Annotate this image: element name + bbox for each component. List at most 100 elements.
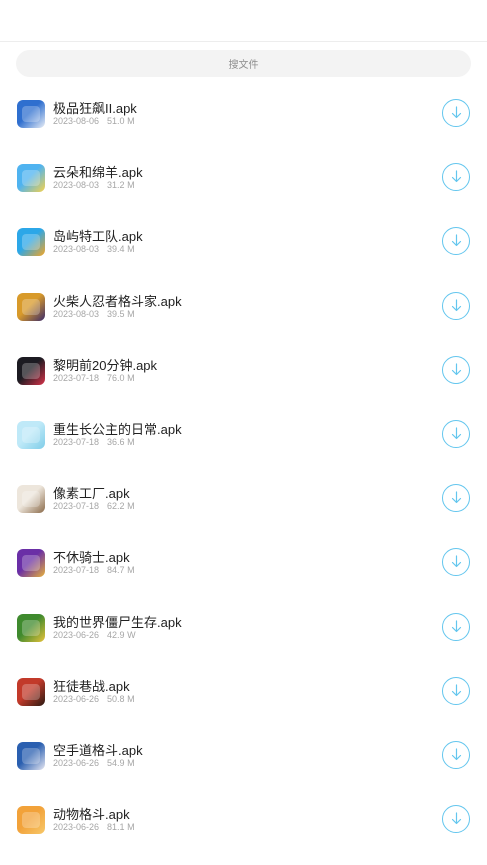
download-icon <box>451 555 462 568</box>
file-meta: 2023-06-26 50.8 M <box>53 694 135 704</box>
file-date: 2023-08-03 <box>53 244 100 255</box>
file-size: 81.1 M <box>107 822 135 833</box>
file-size: 54.9 M <box>107 757 135 768</box>
app-icon-stickman <box>17 292 45 321</box>
file-date: 2023-06-26 <box>53 629 100 640</box>
top-bar <box>0 0 487 42</box>
file-name: 极品狂飙II.apk <box>53 101 137 116</box>
app-icon-princess <box>17 420 45 449</box>
download-button[interactable] <box>442 163 470 192</box>
file-size: 62.2 M <box>107 501 135 512</box>
file-size: 36.6 M <box>107 436 135 447</box>
download-icon <box>451 363 462 375</box>
file-meta: 2023-06-26 42.9 W <box>53 630 136 640</box>
app-icon-pixel <box>17 485 45 514</box>
list-item[interactable]: 不休骑士.apk 2023-07-18 84.7 M <box>0 531 487 595</box>
download-button[interactable] <box>442 99 470 127</box>
download-button[interactable] <box>442 548 470 577</box>
download-button[interactable] <box>442 740 470 769</box>
download-button[interactable] <box>442 612 470 641</box>
download-icon <box>451 748 462 760</box>
file-date: 2023-08-06 <box>53 116 100 126</box>
list-item[interactable]: 云朵和绵羊.apk 2023-08-03 31.2 M <box>0 146 487 210</box>
file-date: 2023-08-03 <box>53 180 100 191</box>
file-name: 重生长公主的日常.apk <box>53 421 182 437</box>
file-meta: 2023-08-03 39.4 M <box>53 244 135 254</box>
file-date: 2023-07-18 <box>53 372 100 383</box>
file-size: 39.5 M <box>107 308 135 319</box>
download-icon <box>451 812 462 825</box>
download-icon <box>451 298 462 311</box>
file-name: 狂徒巷战.apk <box>53 678 130 694</box>
file-date: 2023-06-26 <box>53 822 100 833</box>
file-size: 50.8 M <box>107 693 135 704</box>
download-button[interactable] <box>442 227 470 256</box>
download-button[interactable] <box>442 484 470 513</box>
list-item[interactable]: 我的世界僵尸生存.apk 2023-06-26 42.9 W <box>0 596 487 660</box>
file-name: 云朵和绵羊.apk <box>53 165 143 181</box>
download-button[interactable] <box>442 676 470 705</box>
list-item[interactable]: 动物格斗.apk 2023-06-26 81.1 M <box>0 788 487 852</box>
list-item[interactable]: 像素工厂.apk 2023-07-18 62.2 M <box>0 467 487 531</box>
list-item[interactable]: 重生长公主的日常.apk 2023-07-18 36.6 M <box>0 403 487 467</box>
file-date: 2023-07-18 <box>53 565 100 576</box>
file-meta: 2023-07-18 62.2 M <box>53 501 135 511</box>
app-icon-island <box>17 228 45 257</box>
file-name: 岛屿特工队.apk <box>53 229 143 245</box>
app-icon-street <box>17 677 45 706</box>
app-icon-dawn <box>17 356 45 385</box>
file-date: 2023-07-18 <box>53 501 100 512</box>
download-icon <box>451 106 462 119</box>
file-meta: 2023-08-03 31.2 M <box>53 180 135 190</box>
file-name: 不休骑士.apk <box>53 550 130 566</box>
download-icon <box>451 427 462 440</box>
search-input[interactable]: 搜文件 <box>16 50 471 77</box>
list-item[interactable]: 空手道格斗.apk 2023-06-26 54.9 M <box>0 724 487 788</box>
search-placeholder: 搜文件 <box>228 60 259 71</box>
file-name: 黎明前20分钟.apk <box>53 357 158 373</box>
download-button[interactable] <box>442 355 470 384</box>
file-size: 51.0 M <box>107 116 135 126</box>
app-icon-racing <box>17 100 45 128</box>
file-meta: 2023-08-06 51.0 M <box>53 116 135 126</box>
list-item[interactable]: 极品狂飙II.apk 2023-08-06 51.0 M <box>0 82 487 146</box>
file-name: 我的世界僵尸生存.apk <box>53 614 182 630</box>
download-button[interactable] <box>442 291 470 320</box>
file-date: 2023-06-26 <box>53 693 100 704</box>
file-meta: 2023-08-03 39.5 M <box>53 309 135 319</box>
app-icon-zombie <box>17 613 45 642</box>
list-item[interactable]: 岛屿特工队.apk 2023-08-03 39.4 M <box>0 210 487 274</box>
file-name: 空手道格斗.apk <box>53 742 143 758</box>
file-meta: 2023-07-18 84.7 M <box>53 565 135 575</box>
download-icon <box>451 170 462 183</box>
file-size: 31.2 M <box>107 180 135 191</box>
download-icon <box>451 684 462 696</box>
file-meta: 2023-07-18 76.0 M <box>53 373 135 383</box>
file-name: 动物格斗.apk <box>53 807 130 823</box>
app-icon-cloud-sheep <box>17 164 45 193</box>
file-meta: 2023-06-26 54.9 M <box>53 758 135 768</box>
file-size: 42.9 W <box>107 629 136 640</box>
file-meta: 2023-07-18 36.6 M <box>53 437 135 447</box>
file-name: 像素工厂.apk <box>53 486 130 502</box>
download-button[interactable] <box>442 419 470 448</box>
file-name: 火柴人忍者格斗家.apk <box>53 293 182 309</box>
app-icon-karate <box>17 741 45 770</box>
file-meta: 2023-06-26 81.1 M <box>53 822 135 832</box>
list-item[interactable]: 狂徒巷战.apk 2023-06-26 50.8 M <box>0 660 487 724</box>
download-icon <box>451 234 462 247</box>
download-icon <box>451 491 462 504</box>
file-date: 2023-07-18 <box>53 436 100 447</box>
list-item[interactable]: 火柴人忍者格斗家.apk 2023-08-03 39.5 M <box>0 275 487 339</box>
download-button[interactable] <box>442 805 470 834</box>
list-item[interactable]: 黎明前20分钟.apk 2023-07-18 76.0 M <box>0 339 487 403</box>
file-list: 极品狂飙II.apk 2023-08-06 51.0 M 云朵和绵羊.apk 2023-… <box>0 82 487 852</box>
file-date: 2023-08-03 <box>53 308 100 319</box>
file-size: 84.7 M <box>107 565 135 576</box>
app-icon-animal <box>17 806 45 835</box>
file-size: 76.0 M <box>107 372 135 383</box>
file-date: 2023-06-26 <box>53 757 100 768</box>
download-icon <box>451 619 462 632</box>
app-icon-knight <box>17 549 45 578</box>
file-size: 39.4 M <box>107 244 135 255</box>
